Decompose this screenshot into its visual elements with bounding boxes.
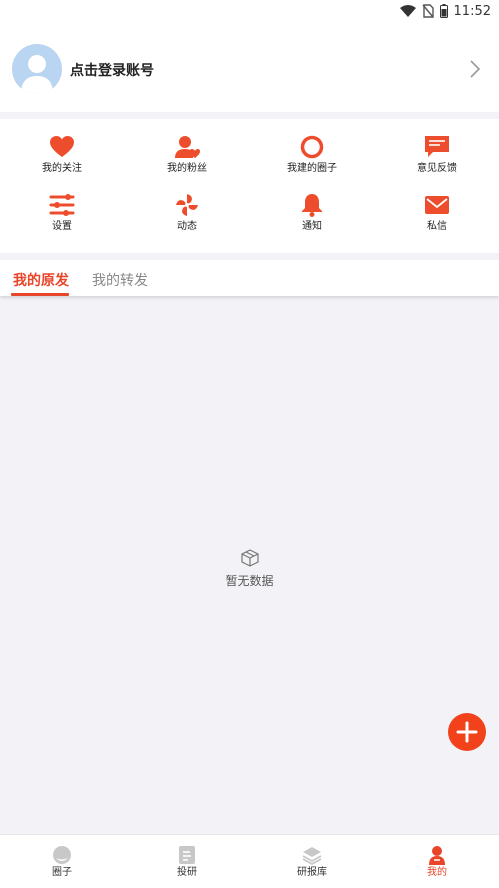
feedback-icon (425, 136, 449, 157)
menu-item-following[interactable]: 我的关注 (12, 135, 112, 187)
menu-label: 动态 (177, 221, 197, 232)
settings-sliders-icon (49, 194, 75, 216)
menu-item-feedback[interactable]: 意见反馈 (387, 135, 487, 187)
post-tabs: 我的原发 我的转发 (0, 260, 499, 296)
default-avatar-icon (21, 55, 53, 94)
menu-item-notifications[interactable]: 通知 (262, 193, 362, 245)
menu-label: 我建的圈子 (287, 163, 337, 174)
menu-label: 意见反馈 (417, 163, 457, 174)
menu-item-settings[interactable]: 设置 (12, 193, 112, 245)
menu-item-messages[interactable]: 私信 (387, 193, 487, 245)
menu-item-activity[interactable]: 动态 (137, 193, 237, 245)
menu-label: 通知 (302, 221, 322, 232)
circle-icon (300, 135, 324, 159)
feature-menu: 我的关注 我的粉丝 我建的圈子 意见反馈 设置 动态 通知 私信 (0, 119, 499, 253)
nav-item-circles[interactable]: 圈子 (22, 845, 102, 879)
tab-original[interactable]: 我的原发 (13, 270, 69, 290)
status-bar: 11:52 (0, 0, 499, 22)
nav-item-report-library[interactable]: 研报库 (272, 845, 352, 879)
wifi-icon (399, 5, 416, 17)
menu-label: 我的粉丝 (167, 163, 207, 174)
profile-header[interactable]: 点击登录账号 (0, 22, 499, 112)
battery-icon (439, 4, 448, 18)
heart-icon (50, 136, 74, 157)
tab-forward[interactable]: 我的转发 (92, 270, 148, 290)
empty-state-text: 暂无数据 (225, 574, 274, 588)
nav-item-mine[interactable]: 我的 (397, 845, 477, 879)
circle-nav-icon (53, 846, 71, 864)
menu-label: 设置 (52, 221, 72, 232)
layers-icon (302, 847, 322, 865)
menu-item-fans[interactable]: 我的粉丝 (137, 135, 237, 187)
pinwheel-icon (176, 194, 198, 216)
plus-icon (456, 721, 478, 743)
active-tab-indicator (11, 293, 69, 296)
empty-state: 暂无数据 (0, 548, 499, 589)
document-icon (179, 846, 195, 864)
menu-label: 私信 (427, 221, 447, 232)
nav-label: 研报库 (297, 867, 327, 878)
nav-label: 投研 (177, 867, 197, 878)
nav-label: 我的 (427, 867, 447, 878)
no-sim-icon (421, 4, 434, 18)
mail-icon (425, 196, 449, 214)
create-post-button[interactable] (448, 713, 486, 751)
bell-icon (302, 194, 322, 217)
avatar[interactable] (12, 44, 62, 94)
empty-box-icon (240, 549, 259, 567)
menu-label: 我的关注 (42, 163, 82, 174)
fans-icon (175, 136, 200, 158)
bottom-nav: 圈子 投研 研报库 我的 (0, 834, 499, 888)
nav-item-research[interactable]: 投研 (147, 845, 227, 879)
chevron-right-icon[interactable] (469, 60, 481, 78)
menu-item-my-circles[interactable]: 我建的圈子 (262, 135, 362, 187)
status-time: 11:52 (453, 3, 491, 19)
login-prompt[interactable]: 点击登录账号 (70, 60, 154, 80)
nav-label: 圈子 (52, 867, 72, 878)
user-icon (429, 846, 445, 865)
